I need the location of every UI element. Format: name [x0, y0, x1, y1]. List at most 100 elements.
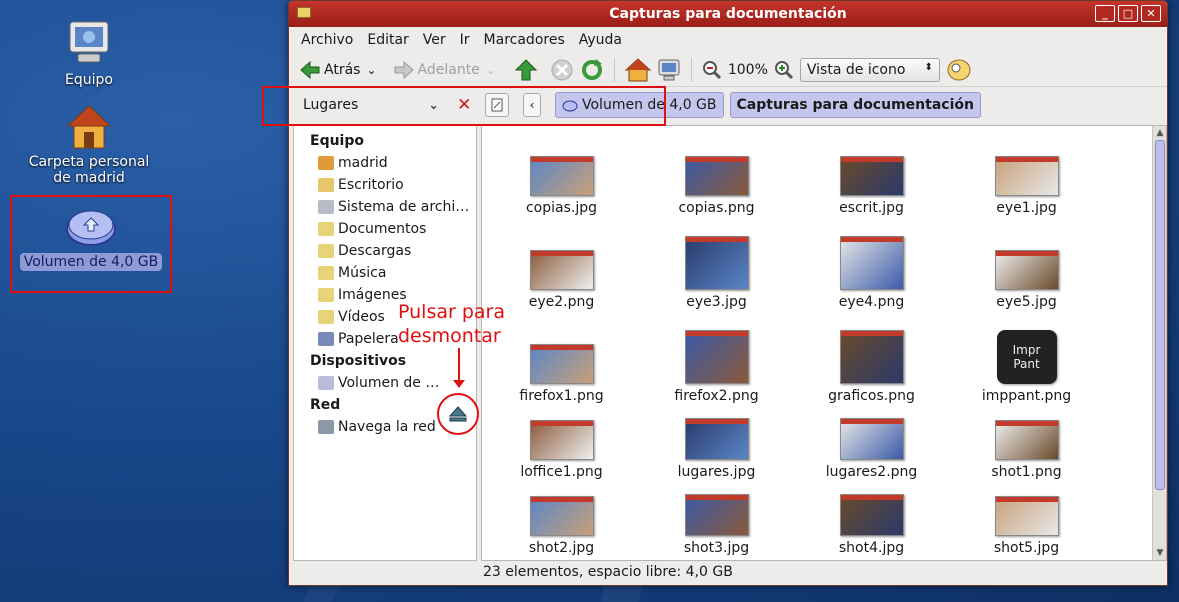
thumbnail-stripe [840, 157, 903, 162]
file-name: firefox1.png [519, 388, 604, 404]
sidebar-item-musica[interactable]: Música [294, 262, 476, 284]
home-icon[interactable] [624, 57, 651, 82]
sidebar-item-madrid[interactable]: madrid [294, 152, 476, 174]
network-icon [318, 420, 334, 434]
trash-icon [318, 332, 334, 346]
maximize-button[interactable]: □ [1118, 5, 1138, 22]
file-item[interactable]: shot1.png [949, 418, 1104, 494]
scroll-down-icon[interactable]: ▼ [1153, 546, 1166, 560]
folder-icon [318, 222, 334, 236]
menu-ver[interactable]: Ver [417, 29, 452, 51]
pictures-folder-icon [318, 288, 334, 302]
file-thumbnail [529, 344, 594, 384]
sidebar-item-documentos[interactable]: Documentos [294, 218, 476, 240]
drive-icon [318, 200, 334, 214]
sidebar-section-equipo: Equipo [310, 133, 364, 149]
sidebar-item-filesystem[interactable]: Sistema de archi… [294, 196, 476, 218]
thumbnail-stripe [530, 157, 593, 162]
path-highlight-box [262, 86, 666, 126]
file-name: graficos.png [828, 388, 915, 404]
file-item[interactable]: eye4.png [794, 230, 949, 324]
file-item[interactable]: copias.jpg [484, 136, 639, 230]
thumbnail-stripe [840, 419, 903, 424]
file-name: copias.jpg [525, 200, 598, 216]
view-mode-select[interactable]: Vista de icono ⬍ [799, 57, 940, 82]
file-name: lugares.jpg [677, 464, 756, 480]
sidebar-item-escritorio[interactable]: Escritorio [294, 174, 476, 196]
thumbnail-stripe [685, 419, 748, 424]
desktop-folder-icon [318, 178, 334, 192]
menu-bar: Archivo Editar Ver Ir Marcadores Ayuda [289, 27, 1167, 53]
file-item[interactable]: graficos.png [794, 324, 949, 418]
title-bar[interactable]: Capturas para documentación _ □ ✕ [289, 1, 1167, 27]
file-item[interactable]: shot5.jpg [949, 494, 1104, 560]
zoom-in-icon[interactable] [774, 60, 794, 80]
sidebar-item-label: Descargas [338, 243, 412, 259]
file-name: lugares2.png [825, 464, 918, 480]
menu-marcadores[interactable]: Marcadores [478, 29, 571, 51]
videos-folder-icon [318, 310, 334, 324]
file-name: shot4.jpg [838, 540, 905, 556]
file-item[interactable]: Impr Pant imppant.png [949, 324, 1104, 418]
desktop-icon-computer[interactable]: Equipo [14, 20, 164, 88]
eject-button[interactable] [437, 393, 479, 435]
sidebar-item-label: Música [338, 265, 387, 281]
path-button-current[interactable]: Capturas para documentación [729, 92, 981, 118]
close-button[interactable]: ✕ [1141, 5, 1161, 22]
file-thumbnail [994, 420, 1059, 460]
back-history-chevron-icon[interactable]: ⌄ [366, 63, 376, 77]
file-item[interactable]: loffice1.png [484, 418, 639, 494]
back-button[interactable]: Atrás [299, 60, 360, 80]
file-item[interactable]: lugares.jpg [639, 418, 794, 494]
sidebar-item-volume[interactable]: Volumen de … [294, 372, 476, 394]
annotation-arrow [458, 348, 460, 384]
file-item[interactable]: eye5.jpg [949, 230, 1104, 324]
up-arrow-icon[interactable] [514, 58, 538, 82]
file-name: firefox2.png [674, 388, 759, 404]
throbber-icon [947, 59, 971, 80]
menu-archivo[interactable]: Archivo [295, 29, 359, 51]
file-item[interactable]: eye2.png [484, 230, 639, 324]
file-item[interactable]: shot2.jpg [484, 494, 639, 560]
file-item[interactable]: eye3.jpg [639, 230, 794, 324]
sidebar-item-descargas[interactable]: Descargas [294, 240, 476, 262]
file-item[interactable]: lugares2.png [794, 418, 949, 494]
file-item[interactable]: copias.png [639, 136, 794, 230]
file-item[interactable]: eye1.jpg [949, 136, 1104, 230]
file-item[interactable]: escrit.jpg [794, 136, 949, 230]
sidebar-item-label: Papelera [338, 331, 399, 347]
scrollbar-thumb[interactable] [1155, 140, 1165, 490]
forward-history-chevron-icon[interactable]: ⌄ [486, 63, 496, 77]
sidebar-item-label: Navega la red [338, 419, 436, 435]
forward-button[interactable]: Adelante [393, 60, 480, 80]
file-item[interactable]: firefox2.png [639, 324, 794, 418]
file-item[interactable]: firefox1.png [484, 324, 639, 418]
scroll-up-icon[interactable]: ▲ [1153, 126, 1166, 140]
usb-drive-icon [66, 210, 116, 246]
file-item[interactable]: shot4.jpg [794, 494, 949, 560]
file-thumbnail [684, 418, 749, 460]
file-name: shot3.jpg [683, 540, 750, 556]
sidebar-item-label: madrid [338, 155, 388, 171]
menu-editar[interactable]: Editar [361, 29, 414, 51]
menu-ir[interactable]: Ir [454, 29, 476, 51]
zoom-out-icon[interactable] [702, 60, 722, 80]
computer-icon[interactable] [657, 58, 681, 82]
file-name: shot1.png [991, 464, 1062, 480]
file-thumbnail [684, 156, 749, 196]
file-thumbnail [529, 156, 594, 196]
folder-icon [318, 244, 334, 258]
file-name: eye4.png [838, 294, 905, 310]
desktop-icon-volume[interactable]: Volumen de 4,0 GB [10, 195, 172, 293]
minimize-button[interactable]: _ [1095, 5, 1115, 22]
desktop-icon-home-folder[interactable]: Carpeta personal de madrid [14, 104, 164, 186]
file-thumbnail [529, 420, 594, 460]
stop-icon[interactable] [550, 58, 574, 82]
reload-icon[interactable] [580, 58, 604, 82]
vertical-scrollbar[interactable]: ▲ ▼ [1152, 126, 1166, 560]
home-folder-icon [66, 105, 112, 149]
file-item[interactable]: shot3.jpg [639, 494, 794, 560]
menu-ayuda[interactable]: Ayuda [573, 29, 628, 51]
thumbnail-stripe [685, 157, 748, 162]
file-name: escrit.jpg [839, 200, 904, 216]
